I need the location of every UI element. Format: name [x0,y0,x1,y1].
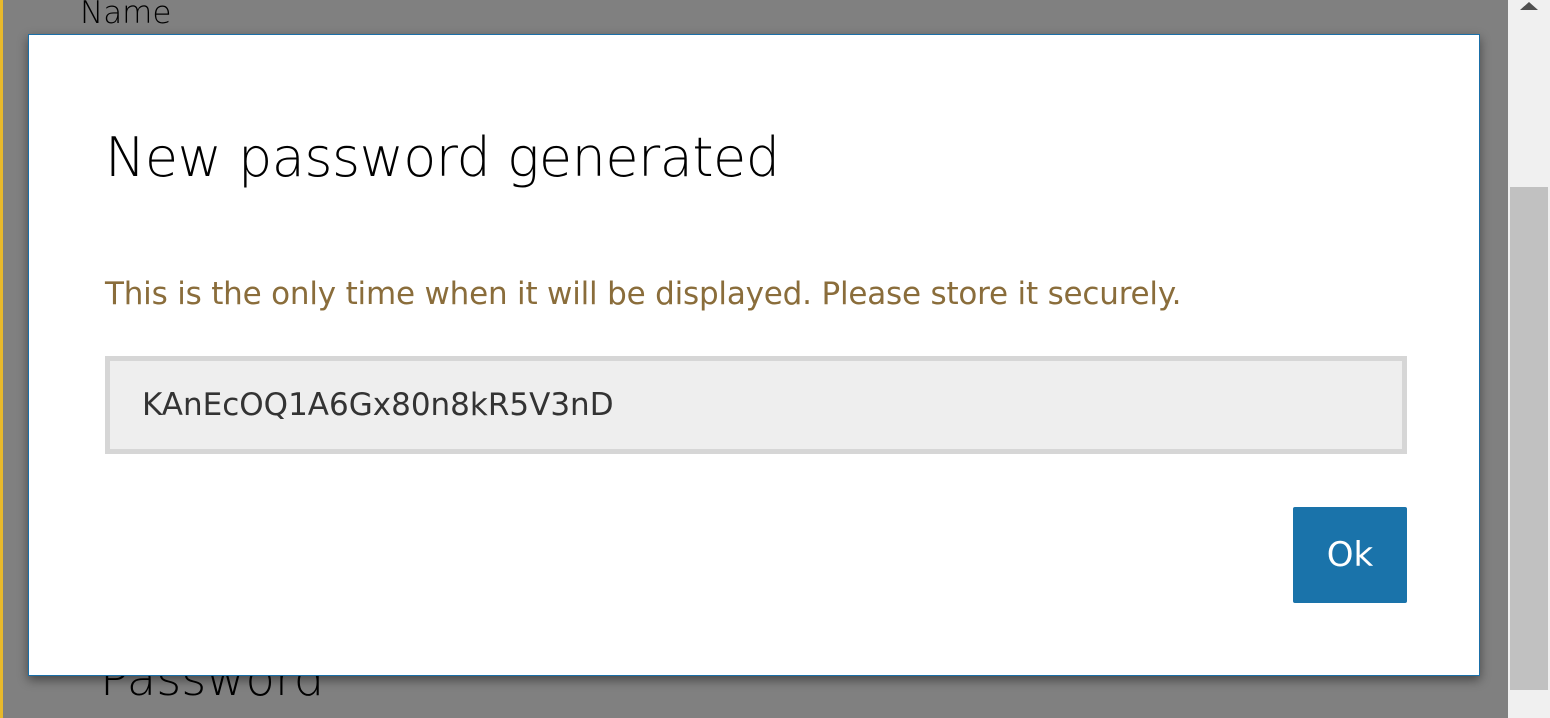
dialog-title: New password generated [105,126,780,189]
password-generated-dialog: New password generated This is the only … [28,34,1480,676]
background-name-label: Name [80,0,172,31]
vertical-scrollbar[interactable] [1508,0,1550,718]
dialog-warning-message: This is the only time when it will be di… [105,276,1182,312]
generated-password-field[interactable] [105,356,1407,454]
window-frame-edge [0,0,3,718]
scrollbar-thumb[interactable] [1510,187,1548,690]
page-viewport: Name Password New password generated Thi… [0,0,1550,718]
ok-button[interactable]: Ok [1293,507,1407,603]
scroll-up-arrow-icon[interactable] [1508,0,1550,18]
